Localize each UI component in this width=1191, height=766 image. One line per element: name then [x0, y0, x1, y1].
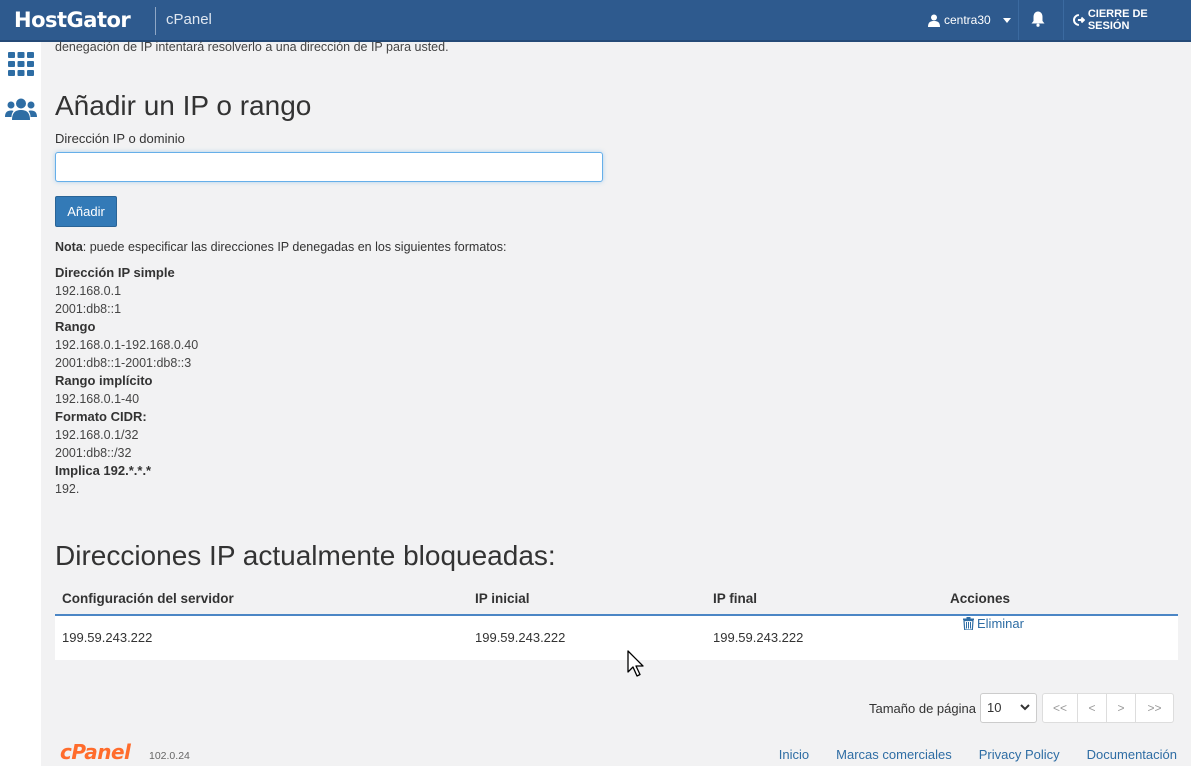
format-example: 192.168.0.1/32 [55, 428, 139, 442]
cpanel-logo[interactable]: cPanel [60, 740, 131, 764]
footer: cPanel 102.0.24 Inicio Marcas comerciale… [60, 740, 1180, 766]
format-example: 192. [55, 482, 80, 496]
ip-domain-input[interactable] [55, 152, 603, 182]
page-size-label: Tamaño de página [869, 700, 976, 716]
footer-link-docs[interactable]: Documentación [1087, 747, 1177, 762]
note-text: Nota: puede especificar las direcciones … [55, 240, 506, 254]
note-prefix: Nota [55, 240, 83, 254]
footer-link-privacy[interactable]: Privacy Policy [979, 747, 1060, 762]
version-text: 102.0.24 [149, 750, 190, 762]
page-size-select[interactable]: 10 [979, 693, 1037, 723]
formats-list: Dirección IP simple 192.168.0.1 2001:db8… [55, 264, 455, 498]
format-title: Rango implícito [55, 373, 153, 388]
format-title: Dirección IP simple [55, 265, 175, 280]
delete-label: Eliminar [977, 616, 1024, 631]
ip-field-label: Dirección IP o dominio [55, 131, 185, 146]
brand-divider [155, 7, 156, 35]
column-header-end-ip[interactable]: IP final [713, 582, 757, 616]
brand-logo[interactable]: HostGator [14, 8, 131, 32]
user-menu[interactable]: centra30 [928, 0, 1016, 40]
topbar-divider [1063, 0, 1064, 40]
format-example: 192.168.0.1-40 [55, 392, 140, 406]
add-ip-heading: Añadir un IP o rango [55, 90, 312, 121]
topbar-divider [1018, 0, 1019, 40]
cell-start-ip: 199.59.243.222 [475, 630, 566, 645]
page-size-value: 10 [986, 700, 1002, 715]
intro-text: denegación de IP intentará resolverlo a … [55, 40, 449, 54]
chevron-down-icon [1020, 704, 1030, 711]
mouse-cursor-icon [627, 650, 644, 677]
format-example: 2001:db8::1-2001:db8::3 [55, 356, 192, 370]
cell-server: 199.59.243.222 [62, 630, 153, 645]
users-icon[interactable] [5, 98, 37, 120]
blocked-ips-heading: Direcciones IP actualmente bloqueadas: [55, 540, 556, 571]
next-page-button[interactable]: > [1106, 693, 1136, 723]
delete-action: Eliminar [963, 616, 1024, 631]
top-bar: HostGator cPanel centra30 CIERRE DE SESI… [0, 0, 1191, 42]
trash-icon [963, 617, 974, 630]
prev-page-button[interactable]: < [1077, 693, 1107, 723]
format-title: Rango [55, 319, 96, 334]
pagination: Tamaño de página 10 << < > >> [869, 693, 1174, 723]
table-row: 199.59.243.222 199.59.243.222 199.59.243… [55, 616, 1178, 660]
pagination-buttons: << < > >> [1041, 693, 1174, 723]
footer-link-home[interactable]: Inicio [779, 747, 809, 762]
format-example: 2001:db8::1 [55, 302, 122, 316]
first-page-button[interactable]: << [1041, 693, 1078, 723]
column-header-start-ip[interactable]: IP inicial [475, 582, 530, 616]
logout-button[interactable]: CIERRE DE SESIÓN [1073, 0, 1191, 40]
column-header-server[interactable]: Configuración del servidor [62, 582, 234, 616]
bell-icon[interactable] [1031, 11, 1045, 27]
format-example: 192.168.0.1 [55, 284, 122, 298]
delete-link[interactable]: Eliminar [963, 616, 1024, 631]
chevron-down-icon [1002, 17, 1011, 23]
note-body: : puede especificar las direcciones IP d… [82, 240, 507, 254]
logout-icon [1073, 14, 1085, 26]
user-icon [928, 14, 940, 27]
column-header-actions: Acciones [950, 591, 1011, 606]
add-button[interactable]: Añadir [55, 196, 117, 227]
product-name: cPanel [166, 11, 212, 28]
footer-links: Inicio Marcas comerciales Privacy Policy… [779, 747, 1177, 762]
blocked-ips-table: Configuración del servidor IP inicial IP… [55, 582, 1178, 660]
apps-grid-icon[interactable] [8, 52, 34, 76]
logout-label: CIERRE DE SESIÓN [1087, 8, 1148, 32]
footer-link-trademarks[interactable]: Marcas comerciales [836, 747, 952, 762]
username: centra30 [944, 13, 991, 27]
format-example: 2001:db8::/32 [55, 446, 132, 460]
left-rail [0, 42, 41, 766]
cell-end-ip: 199.59.243.222 [713, 630, 804, 645]
format-title: Formato CIDR: [55, 409, 147, 424]
format-title: Implica 192.*.*.* [55, 463, 152, 478]
format-example: 192.168.0.1-192.168.0.40 [55, 338, 199, 352]
last-page-button[interactable]: >> [1135, 693, 1174, 723]
table-header: Configuración del servidor IP inicial IP… [55, 582, 1178, 616]
